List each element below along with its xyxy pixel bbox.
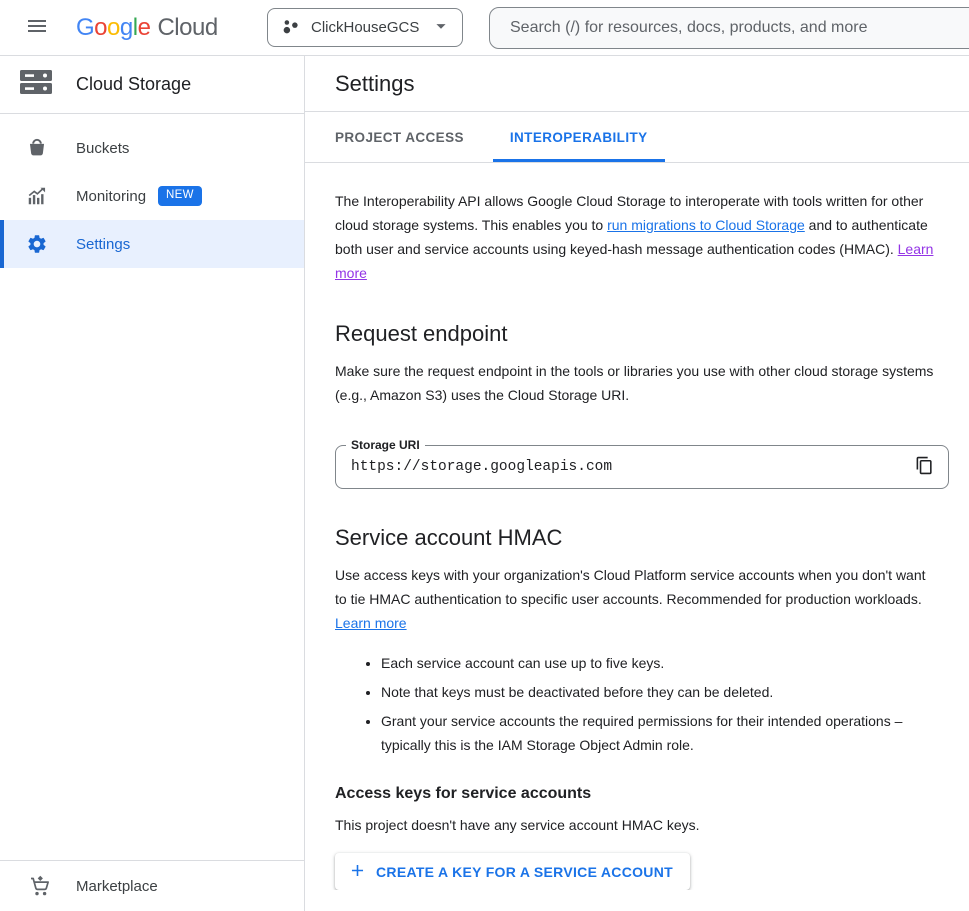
gear-icon [25, 232, 49, 256]
monitoring-chart-icon [25, 184, 49, 208]
project-switcher-icon [281, 17, 300, 39]
sidebar-item-label: Buckets [76, 140, 129, 157]
sidebar-product-title: Cloud Storage [76, 74, 191, 95]
project-selector-button[interactable]: ClickHouseGCS [267, 8, 463, 47]
page-header: Settings [305, 56, 969, 112]
create-key-button-label: CREATE A KEY FOR A SERVICE ACCOUNT [376, 864, 673, 880]
new-badge: NEW [158, 186, 202, 206]
copy-icon [915, 456, 934, 478]
sidebar-header: Cloud Storage [0, 56, 304, 114]
access-keys-empty-text: This project doesn't have any service ac… [335, 813, 939, 837]
plus-icon [348, 861, 367, 883]
search-input[interactable] [508, 18, 969, 38]
storage-uri-field-label: Storage URI [346, 438, 425, 452]
sidebar-item-monitoring[interactable]: Monitoring NEW [0, 172, 304, 220]
list-item: Grant your service accounts the required… [381, 709, 927, 757]
chevron-down-icon [430, 15, 452, 40]
storage-uri-field: Storage URI https://storage.googleapis.c… [335, 445, 949, 489]
create-key-button[interactable]: CREATE A KEY FOR A SERVICE ACCOUNT [335, 853, 690, 890]
global-search-bar[interactable] [489, 7, 969, 49]
hamburger-menu-icon [25, 14, 49, 41]
page-title: Settings [335, 71, 415, 97]
service-account-hmac-heading: Service account HMAC [335, 525, 939, 551]
app-shell: Cloud Storage Buckets [0, 56, 969, 911]
main-panel: Settings PROJECT ACCESS INTEROPERABILITY… [305, 56, 969, 911]
request-endpoint-heading: Request endpoint [335, 321, 939, 347]
top-app-bar: Google Cloud ClickHouseGCS [0, 0, 969, 56]
list-item: Each service account can use up to five … [381, 651, 927, 675]
hmac-text: Use access keys with your organization's… [335, 567, 926, 607]
learn-more-link-hmac[interactable]: Learn more [335, 615, 407, 631]
cloud-storage-product-icon [20, 68, 52, 101]
run-migrations-link[interactable]: run migrations to Cloud Storage [607, 217, 805, 233]
sidebar-item-settings[interactable]: Settings [0, 220, 304, 268]
sidebar-item-marketplace[interactable]: Marketplace [0, 860, 304, 911]
tab-project-access[interactable]: PROJECT ACCESS [318, 112, 481, 162]
google-cloud-logo[interactable]: Google Cloud [76, 14, 218, 42]
sidebar-item-label: Marketplace [76, 878, 158, 895]
request-endpoint-paragraph: Make sure the request endpoint in the to… [335, 359, 939, 407]
tab-bar: PROJECT ACCESS INTEROPERABILITY [305, 112, 969, 163]
storage-uri-value: https://storage.googleapis.com [351, 459, 910, 475]
access-keys-heading: Access keys for service accounts [335, 785, 939, 803]
hamburger-menu-button[interactable] [13, 4, 61, 52]
sidebar-item-label: Settings [76, 236, 130, 253]
sidebar-nav: Buckets Monitoring [0, 114, 304, 268]
sidebar: Cloud Storage Buckets [0, 56, 305, 911]
hmac-notes-list: Each service account can use up to five … [335, 651, 927, 757]
tab-interoperability[interactable]: INTEROPERABILITY [493, 112, 665, 162]
sidebar-item-label: Monitoring [76, 188, 146, 205]
google-logo-wordmark: Google [76, 14, 150, 42]
list-item: Note that keys must be deactivated befor… [381, 680, 927, 704]
project-name-label: ClickHouseGCS [311, 19, 419, 36]
sidebar-item-buckets[interactable]: Buckets [0, 124, 304, 172]
interoperability-intro-paragraph: The Interoperability API allows Google C… [335, 189, 939, 285]
cloud-logo-text: Cloud [157, 14, 217, 42]
tab-content: The Interoperability API allows Google C… [305, 163, 969, 890]
copy-button[interactable] [910, 453, 938, 481]
marketplace-cart-icon [27, 874, 51, 898]
service-account-hmac-paragraph: Use access keys with your organization's… [335, 563, 939, 635]
bucket-icon [25, 136, 49, 160]
